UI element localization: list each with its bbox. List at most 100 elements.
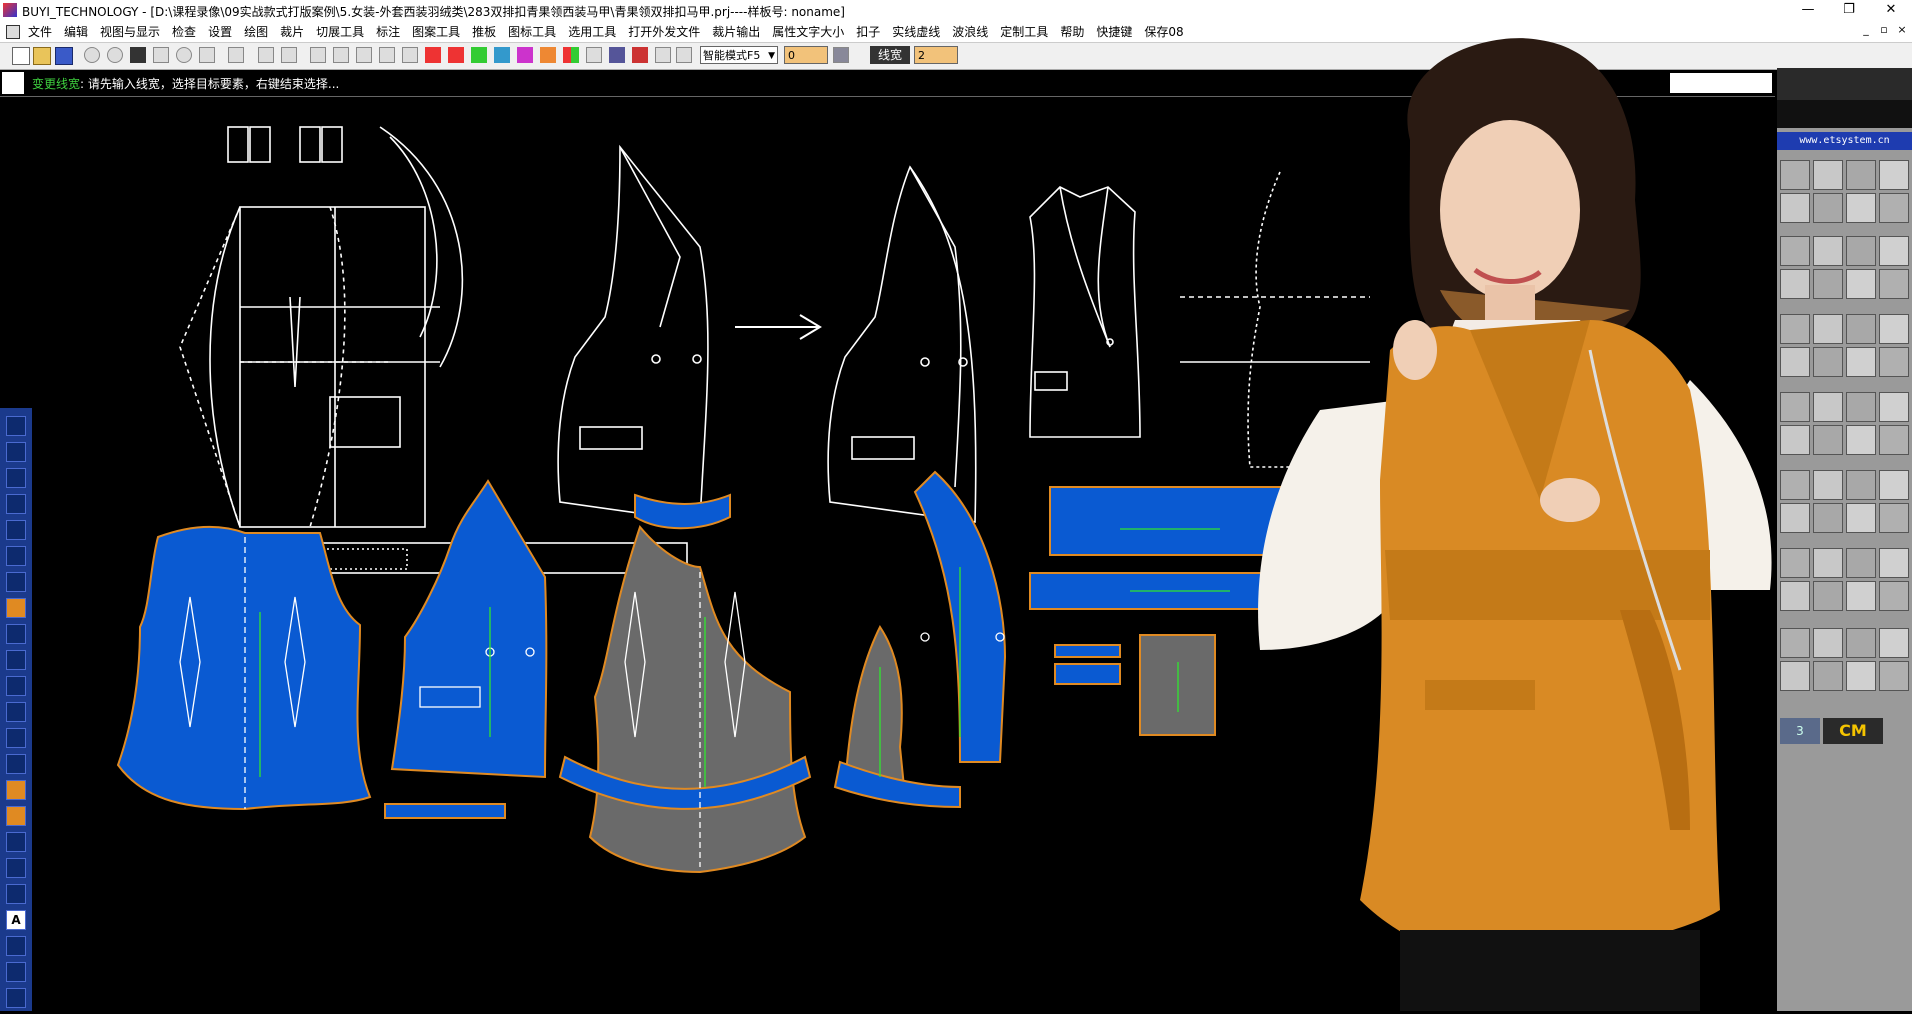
rect-icon[interactable] [6,494,26,514]
tool-button[interactable] [1813,628,1843,658]
dart-icon[interactable] [517,47,533,63]
tool-button[interactable] [1813,661,1843,691]
tool-button[interactable] [1780,503,1810,533]
warning-icon[interactable] [6,598,26,618]
save-tool-icon[interactable] [6,728,26,748]
notch-icon[interactable] [540,47,556,63]
circle-icon[interactable] [6,572,26,592]
menu-item[interactable]: 波浪线 [952,23,988,40]
tool-button[interactable] [1846,314,1876,344]
measure-icon[interactable] [310,47,326,63]
tool-button[interactable] [1813,314,1843,344]
undo-icon[interactable] [199,47,215,63]
tool-button[interactable] [1846,661,1876,691]
menu-item[interactable]: 绘图 [244,23,268,40]
restore-button[interactable]: ❐ [1836,2,1862,18]
tool-button[interactable] [1879,581,1909,611]
grain-icon[interactable] [586,47,602,63]
tool-button[interactable] [1879,503,1909,533]
pen-icon[interactable] [6,936,26,956]
menu-item[interactable]: 裁片 [280,23,304,40]
tool-button[interactable] [1846,236,1876,266]
tool-button[interactable] [1879,193,1909,223]
mdi-restore-icon[interactable]: ▫ [1876,23,1892,37]
point-icon[interactable] [333,47,349,63]
minimize-button[interactable]: — [1795,2,1821,18]
curve-tool-icon[interactable] [494,47,510,63]
tool-button[interactable] [1813,236,1843,266]
menu-item[interactable]: 扣子 [856,23,880,40]
hand-icon[interactable] [6,624,26,644]
tool-button[interactable] [1879,392,1909,422]
tool-button[interactable] [1780,661,1810,691]
tool-button[interactable] [1879,661,1909,691]
new-icon[interactable] [12,47,30,65]
menu-item[interactable]: 标注 [376,23,400,40]
grid-icon[interactable] [6,520,26,540]
close-button[interactable]: ✕ [1878,2,1904,18]
tool-button[interactable] [1879,470,1909,500]
tool-button[interactable] [1780,314,1810,344]
menu-item[interactable]: 推板 [472,23,496,40]
tool-button[interactable] [1813,581,1843,611]
tool-button[interactable] [1780,236,1810,266]
tool-button[interactable] [1846,193,1876,223]
dart-tool-icon[interactable] [6,780,26,800]
settings-icon[interactable] [655,47,671,63]
curve-icon[interactable] [6,468,26,488]
tool-button[interactable] [1780,347,1810,377]
arrow-icon[interactable] [6,416,26,436]
unit-label[interactable]: CM [1823,718,1883,744]
menu-item[interactable]: 快捷键 [1096,23,1132,40]
line-tool-icon[interactable] [425,47,441,63]
menu-item[interactable]: 裁片输出 [712,23,760,40]
tool-button[interactable] [1879,347,1909,377]
document-icon[interactable] [6,25,20,39]
menu-item[interactable]: 图标工具 [508,23,556,40]
mirror-icon[interactable] [402,47,418,63]
tool-button[interactable] [1846,160,1876,190]
tool-button[interactable] [1780,548,1810,578]
zoom-window-icon[interactable] [176,47,192,63]
tool-button[interactable] [1879,236,1909,266]
tool-button[interactable] [1780,581,1810,611]
tool-button[interactable] [1879,269,1909,299]
tool-button[interactable] [1813,548,1843,578]
align-icon[interactable] [6,858,26,878]
color-icon[interactable] [563,47,579,63]
tool-button[interactable] [1846,392,1876,422]
delete-icon[interactable] [258,47,274,63]
menu-item[interactable]: 打开外发文件 [628,23,700,40]
menu-item[interactable]: 图案工具 [412,23,460,40]
tool-button[interactable] [1780,425,1810,455]
menu-item[interactable]: 视图与显示 [100,23,160,40]
menu-item[interactable]: 选用工具 [568,23,616,40]
mode-select[interactable]: 智能模式F5 ▼ [700,46,778,64]
scale-icon[interactable] [6,832,26,852]
tool-button[interactable] [1879,314,1909,344]
tool-button[interactable] [1813,392,1843,422]
tool-button[interactable] [1846,470,1876,500]
angle-icon[interactable] [471,47,487,63]
shortcut-icon[interactable] [676,47,692,63]
tool-button[interactable] [1813,503,1843,533]
menu-item[interactable]: 设置 [208,23,232,40]
tool-button[interactable] [1846,548,1876,578]
tool-button[interactable] [1780,392,1810,422]
menu-item[interactable]: 属性文字大小 [772,23,844,40]
move-icon[interactable] [281,47,297,63]
tool-button[interactable] [1813,470,1843,500]
mdi-close-icon[interactable]: × [1894,23,1910,37]
square-icon[interactable] [6,546,26,566]
tool-button[interactable] [1879,548,1909,578]
tool-button[interactable] [1813,160,1843,190]
tool-button[interactable] [1780,470,1810,500]
pattern-icon[interactable] [609,47,625,63]
tool-button[interactable] [1780,628,1810,658]
parallel-icon[interactable] [448,47,464,63]
tool-button[interactable] [1879,628,1909,658]
stack-icon[interactable] [6,754,26,774]
tool-button[interactable] [1846,347,1876,377]
hand-tool-icon[interactable] [6,988,26,1008]
tool-button[interactable] [1813,193,1843,223]
